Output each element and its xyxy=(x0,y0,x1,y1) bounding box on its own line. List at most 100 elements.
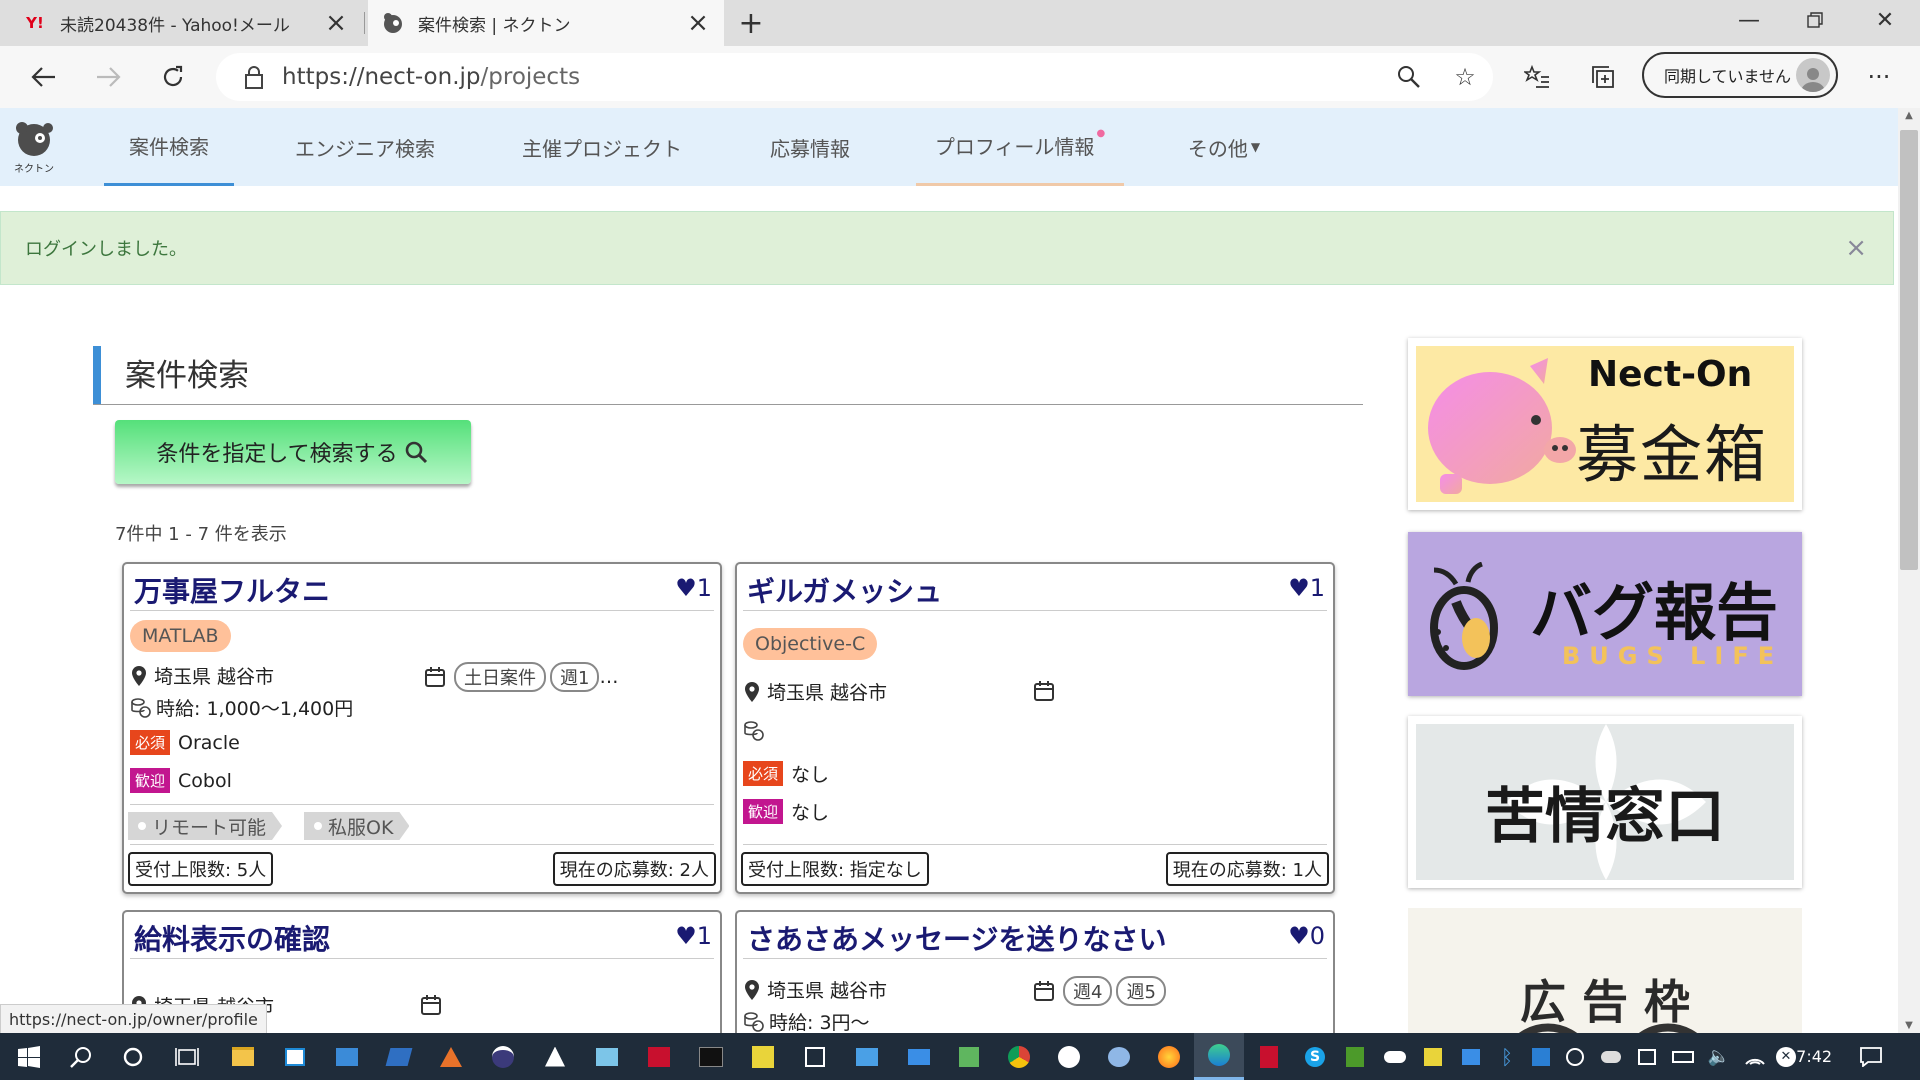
mail-icon[interactable] xyxy=(894,1033,944,1080)
welcome-skill-row: 歓迎 なし xyxy=(743,798,829,825)
firefox-icon[interactable] xyxy=(1144,1033,1194,1080)
tab-yahoo-mail[interactable]: Y! 未読20438件 - Yahoo!メール × xyxy=(10,0,362,46)
coins-icon xyxy=(744,721,764,741)
close-window-icon[interactable]: ✕ xyxy=(1852,0,1918,40)
refresh-icon[interactable] xyxy=(148,46,198,108)
search-icon[interactable] xyxy=(56,1033,106,1080)
app-icon[interactable] xyxy=(582,1033,632,1080)
address-bar[interactable]: https://nect-on.jp/projects xyxy=(216,53,1493,101)
scroll-down-icon[interactable]: ▼ xyxy=(1898,1020,1920,1031)
nav-other-dropdown[interactable]: その他 ▼ xyxy=(1176,108,1272,186)
itunes-icon[interactable] xyxy=(1044,1033,1094,1080)
favorites-list-icon[interactable] xyxy=(1510,46,1564,108)
app-icon[interactable] xyxy=(530,1033,580,1080)
windows-start-icon[interactable] xyxy=(4,1033,54,1080)
dot-icon xyxy=(314,822,322,830)
location-row: 埼玉県 越谷市 xyxy=(743,976,887,1003)
nav-project-search[interactable]: 案件検索 xyxy=(104,108,234,186)
wage-row: 時給: 3円～ xyxy=(743,1008,870,1033)
app-icon[interactable] xyxy=(374,1033,424,1080)
eclipse-icon[interactable] xyxy=(478,1033,528,1080)
terminal-icon[interactable] xyxy=(686,1033,736,1080)
edge-icon[interactable] xyxy=(1194,1033,1244,1080)
scroll-up-icon[interactable]: ▲ xyxy=(1898,110,1920,121)
ad-banner[interactable]: 広 告 枠 xyxy=(1408,908,1802,1033)
nav-profile-info[interactable]: プロフィール情報 ● xyxy=(916,108,1124,186)
result-count: 7件中 1 - 7 件を表示 xyxy=(115,524,287,545)
close-alert-icon[interactable]: × xyxy=(1845,233,1867,263)
project-title[interactable]: 万事屋フルタニ xyxy=(134,570,330,610)
project-card[interactable]: ギルガメッシュ ♥ 1 Objective-C 埼玉県 越谷市 必須 なし 歓迎 … xyxy=(735,562,1335,894)
schedule-pill: 土日案件 xyxy=(454,662,546,692)
donation-banner[interactable]: Nect-On 募金箱 xyxy=(1408,338,1802,510)
app-icon[interactable] xyxy=(738,1033,788,1080)
nav-engineer-search[interactable]: エンジニア検索 xyxy=(285,108,445,186)
welcome-badge: 歓迎 xyxy=(743,799,784,824)
lock-icon[interactable] xyxy=(234,65,274,89)
paint-icon[interactable] xyxy=(1094,1033,1144,1080)
cortana-icon[interactable] xyxy=(108,1033,158,1080)
page-title: 案件検索 xyxy=(125,358,249,394)
forward-icon[interactable] xyxy=(84,46,134,108)
tab-nect-on[interactable]: 案件検索 | ネクトン × xyxy=(368,0,724,46)
new-tab-icon[interactable]: + xyxy=(736,0,766,46)
bug-report-banner[interactable]: バグ報告 BUGS LIFE xyxy=(1408,532,1802,696)
windows-taskbar: S ᛒ 🔈 ✕ 17:42 xyxy=(0,1033,1920,1080)
minimize-icon[interactable]: — xyxy=(1716,0,1782,40)
security-app-icon[interactable] xyxy=(1244,1033,1294,1080)
skill-tag[interactable]: MATLAB xyxy=(130,620,231,652)
divider xyxy=(743,844,1327,845)
matlab-icon[interactable] xyxy=(426,1033,476,1080)
more-menu-icon[interactable]: ··· xyxy=(1852,46,1906,108)
close-tab-icon[interactable]: × xyxy=(686,8,710,38)
divider xyxy=(130,804,714,805)
sync-label: 同期していません xyxy=(1664,67,1792,86)
chrome-icon[interactable] xyxy=(994,1033,1044,1080)
site-logo[interactable]: ネクトン xyxy=(12,120,56,176)
calendar-icon xyxy=(1034,981,1054,1001)
app-icon[interactable] xyxy=(790,1033,840,1080)
complaint-banner[interactable]: 苦情窓口 xyxy=(1408,716,1802,888)
firefly-icon xyxy=(1430,562,1498,670)
task-view-icon[interactable] xyxy=(162,1033,212,1080)
banner-title: 苦情窓口 xyxy=(1485,782,1725,852)
coins-icon xyxy=(131,697,151,718)
back-icon[interactable] xyxy=(18,46,68,108)
ornament-icon xyxy=(1518,1023,1698,1033)
store-icon[interactable] xyxy=(270,1033,320,1080)
close-tab-icon[interactable]: × xyxy=(324,8,348,38)
profile-sync-button[interactable]: 同期していません xyxy=(1642,52,1838,98)
project-card[interactable]: さあさあメッセージを送りなさい ♥ 0 埼玉県 越谷市 週4 週5 時給: 3円～ xyxy=(735,910,1335,1033)
project-title[interactable]: さあさあメッセージを送りなさい xyxy=(747,918,1166,958)
file-explorer-icon[interactable] xyxy=(218,1033,268,1080)
calendar-icon xyxy=(425,667,445,687)
skill-tag[interactable]: Objective-C xyxy=(743,628,878,660)
scrollbar-thumb[interactable] xyxy=(1900,130,1918,570)
notification-center-icon[interactable] xyxy=(1846,1033,1896,1080)
condition-search-button[interactable]: 条件を指定して検索する xyxy=(115,420,471,484)
like-count[interactable]: ♥ 1 xyxy=(675,922,712,950)
calendar-icon xyxy=(421,995,441,1015)
location-row: 埼玉県 越谷市 xyxy=(743,678,887,705)
app-icon[interactable] xyxy=(322,1033,372,1080)
project-title[interactable]: 給料表示の確認 xyxy=(134,918,330,958)
favorite-star-icon[interactable]: ☆ xyxy=(1438,46,1492,108)
banner-subtitle: BUGS LIFE xyxy=(1562,642,1784,670)
restore-icon[interactable] xyxy=(1782,0,1848,40)
like-count[interactable]: ♥ 0 xyxy=(1288,922,1325,950)
status-bar-url: https://nect-on.jp/owner/profile xyxy=(0,1004,267,1034)
app-icon[interactable] xyxy=(842,1033,892,1080)
like-count[interactable]: ♥ 1 xyxy=(675,574,712,602)
nav-hosted-projects[interactable]: 主催プロジェクト xyxy=(512,108,692,186)
collections-icon[interactable] xyxy=(1576,46,1630,108)
app-icon[interactable] xyxy=(634,1033,684,1080)
like-count[interactable]: ♥ 1 xyxy=(1288,574,1325,602)
search-page-icon[interactable] xyxy=(1382,46,1436,108)
project-title[interactable]: ギルガメッシュ xyxy=(747,570,942,610)
app-icon[interactable] xyxy=(944,1033,994,1080)
project-card-clip: さあさあメッセージを送りなさい ♥ 0 埼玉県 越谷市 週4 週5 時給: 3円～ xyxy=(735,910,1335,1033)
nav-application-info[interactable]: 応募情報 xyxy=(756,108,864,186)
application-limit: 受付上限数: 5人 xyxy=(128,852,274,886)
clock[interactable]: 17:42 xyxy=(1786,1033,1832,1080)
project-card[interactable]: 万事屋フルタニ ♥ 1 MATLAB 埼玉県 越谷市 土日案件 週1 … 時給: … xyxy=(122,562,722,894)
